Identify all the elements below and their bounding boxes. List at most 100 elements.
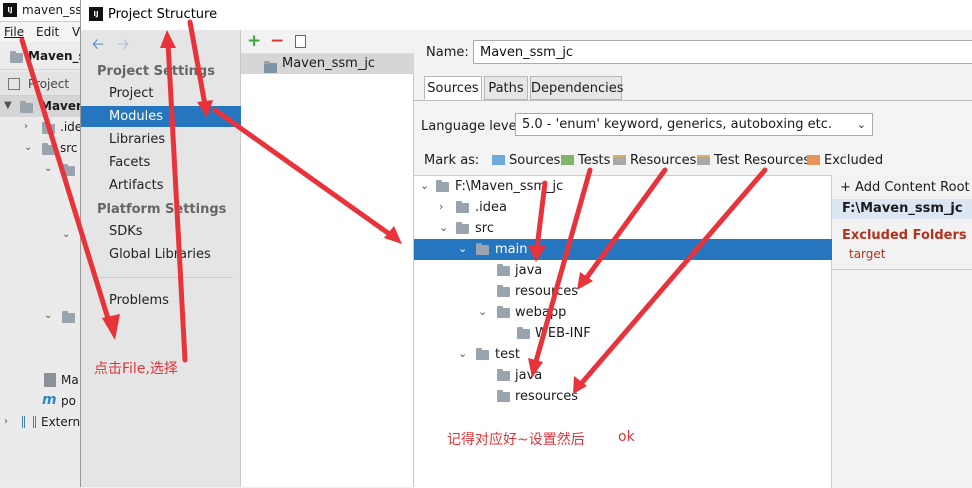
- nav-item-modules[interactable]: Modules: [81, 106, 241, 127]
- ide-tree-label: Ma: [61, 373, 79, 387]
- tree-node-main[interactable]: ⌄ main: [414, 239, 832, 260]
- tree-node-label: WEB-INF: [535, 326, 591, 341]
- folder-icon: [42, 143, 55, 155]
- tree-node-label: resources: [515, 284, 579, 299]
- arrow-right-icon[interactable]: 🡢: [117, 34, 129, 59]
- tool-window-project-label[interactable]: Project: [28, 77, 69, 91]
- menu-view[interactable]: V: [72, 25, 80, 39]
- ide-title-bar: IJ maven_ss: [0, 0, 80, 22]
- nav-item-facets[interactable]: Facets: [81, 152, 241, 173]
- tree-node-root[interactable]: ⌄ F:\Maven_ssm_jc: [414, 176, 832, 197]
- chevron-down-icon: ▼: [4, 100, 12, 111]
- tree-node-label: java: [515, 263, 543, 278]
- folder-icon: [42, 122, 55, 134]
- ide-tree-row[interactable]: Ma: [0, 370, 80, 391]
- ide-tree-row[interactable]: ▼ Maven: [0, 96, 80, 117]
- module-name-input[interactable]: [473, 40, 972, 64]
- tree-node-src[interactable]: ⌄ src: [414, 218, 832, 239]
- add-module-button[interactable]: +: [247, 31, 261, 51]
- nav-item-libraries[interactable]: Libraries: [81, 129, 241, 150]
- chevron-down-icon: ⌄: [62, 229, 71, 240]
- arrow-left-icon[interactable]: 🡠: [92, 34, 104, 59]
- nav-project-name[interactable]: Maven_s: [28, 49, 80, 63]
- project-structure-dialog: IJ Project Structure 🡠 🡢 Project Setting…: [80, 0, 972, 488]
- remove-module-button[interactable]: −: [270, 31, 284, 51]
- menu-file[interactable]: File: [4, 25, 24, 39]
- ide-tree-row[interactable]: ⌄ src: [0, 138, 80, 159]
- mark-as-excluded-button[interactable]: Excluded: [807, 153, 883, 168]
- mark-as-test-resources-button[interactable]: Test Resources: [697, 153, 810, 168]
- mark-as-sources-button[interactable]: Sources: [492, 153, 560, 168]
- content-roots-panel: + Add Content Root F:\Maven_ssm_jc Exclu…: [832, 175, 972, 488]
- tree-node-test-java[interactable]: java: [414, 365, 832, 386]
- tree-node-idea[interactable]: › .idea: [414, 197, 832, 218]
- folder-icon: [62, 311, 75, 323]
- nav-header-platform-settings: Platform Settings: [97, 202, 227, 217]
- folder-icon: [497, 369, 510, 381]
- intellij-logo-icon: IJ: [89, 7, 103, 21]
- ide-tree-row[interactable]: ⌄: [0, 306, 80, 327]
- nav-item-project[interactable]: Project: [81, 83, 241, 104]
- tree-node-test-resources[interactable]: resources: [414, 386, 832, 407]
- tree-node-web-inf[interactable]: WEB-INF: [414, 323, 832, 344]
- tree-node-test[interactable]: ⌄ test: [414, 344, 832, 365]
- chevron-down-icon: ⌄: [420, 179, 430, 192]
- folder-icon: [497, 306, 510, 318]
- chevron-down-icon: ⌄: [24, 142, 33, 153]
- nav-item-problems[interactable]: Problems: [81, 290, 241, 311]
- dialog-title: Project Structure: [108, 7, 218, 22]
- add-content-root-button[interactable]: + Add Content Root: [840, 180, 970, 195]
- tree-node-webapp[interactable]: ⌄ webapp: [414, 302, 832, 323]
- tab-sources[interactable]: Sources: [424, 76, 482, 100]
- mark-as-resources-button[interactable]: Resources: [613, 153, 696, 168]
- ide-nav-bar: Maven_s: [0, 44, 80, 70]
- test-resources-folder-icon: [697, 155, 710, 165]
- chevron-right-icon: ›: [24, 121, 28, 132]
- annotation-set-correspondingly: 记得对应好~设置然后: [447, 432, 585, 448]
- excluded-folder-icon: [807, 155, 820, 165]
- tab-dependencies[interactable]: Dependencies: [530, 76, 624, 100]
- content-roots-divider: [832, 269, 972, 270]
- tree-node-label: src: [475, 221, 494, 236]
- tree-node-label: resources: [515, 389, 579, 404]
- modules-toolbar: + −: [241, 30, 414, 54]
- folder-icon: [476, 348, 489, 360]
- name-label: Name:: [426, 45, 469, 60]
- tab-paths[interactable]: Paths: [484, 76, 528, 100]
- maven-file-icon: [44, 373, 56, 387]
- chevron-down-icon: ⌄: [856, 118, 866, 131]
- ide-tree-row[interactable]: › .ide: [0, 117, 80, 138]
- folder-icon: [456, 201, 469, 213]
- folder-icon: [436, 180, 449, 192]
- menu-edit[interactable]: Edit: [36, 25, 59, 39]
- chevron-down-icon: ⌄: [478, 305, 488, 318]
- ide-tree-row[interactable]: ⌄: [0, 159, 80, 180]
- chevron-right-icon: ›: [439, 200, 444, 213]
- content-root-path[interactable]: F:\Maven_ssm_jc: [832, 199, 972, 219]
- nav-item-global-libraries[interactable]: Global Libraries: [81, 244, 241, 265]
- tree-node-label: webapp: [515, 305, 567, 320]
- language-level-value: 5.0 - 'enum' keyword, generics, autoboxi…: [522, 117, 833, 132]
- nav-divider: [95, 277, 233, 278]
- module-item[interactable]: Maven_ssm_jc: [241, 54, 414, 74]
- tree-node-main-resources[interactable]: resources: [414, 281, 832, 302]
- tree-node-main-java[interactable]: java: [414, 260, 832, 281]
- maven-pom-icon: m: [42, 392, 57, 408]
- mark-as-tests-button[interactable]: Tests: [561, 153, 610, 168]
- ide-tree-row[interactable]: ⌄: [0, 225, 80, 246]
- nav-item-sdks[interactable]: SDKs: [81, 221, 241, 242]
- mark-as-resources-label: Resources: [630, 153, 697, 168]
- chevron-right-icon: ›: [4, 416, 8, 427]
- mark-as-test-resources-label: Test Resources: [714, 153, 811, 168]
- intellij-logo-icon: IJ: [3, 3, 17, 17]
- folder-icon: [497, 264, 510, 276]
- folder-icon: [10, 51, 23, 63]
- ide-tree-row[interactable]: m po: [0, 391, 80, 412]
- excluded-folders-header: Excluded Folders: [842, 228, 967, 243]
- tree-node-label: F:\Maven_ssm_jc: [455, 179, 564, 194]
- language-level-select[interactable]: 5.0 - 'enum' keyword, generics, autoboxi…: [515, 113, 873, 136]
- ide-tree-row[interactable]: › Extern: [0, 412, 80, 433]
- excluded-folder-item[interactable]: target: [849, 247, 886, 261]
- nav-item-artifacts[interactable]: Artifacts: [81, 175, 241, 196]
- copy-icon[interactable]: [295, 35, 306, 48]
